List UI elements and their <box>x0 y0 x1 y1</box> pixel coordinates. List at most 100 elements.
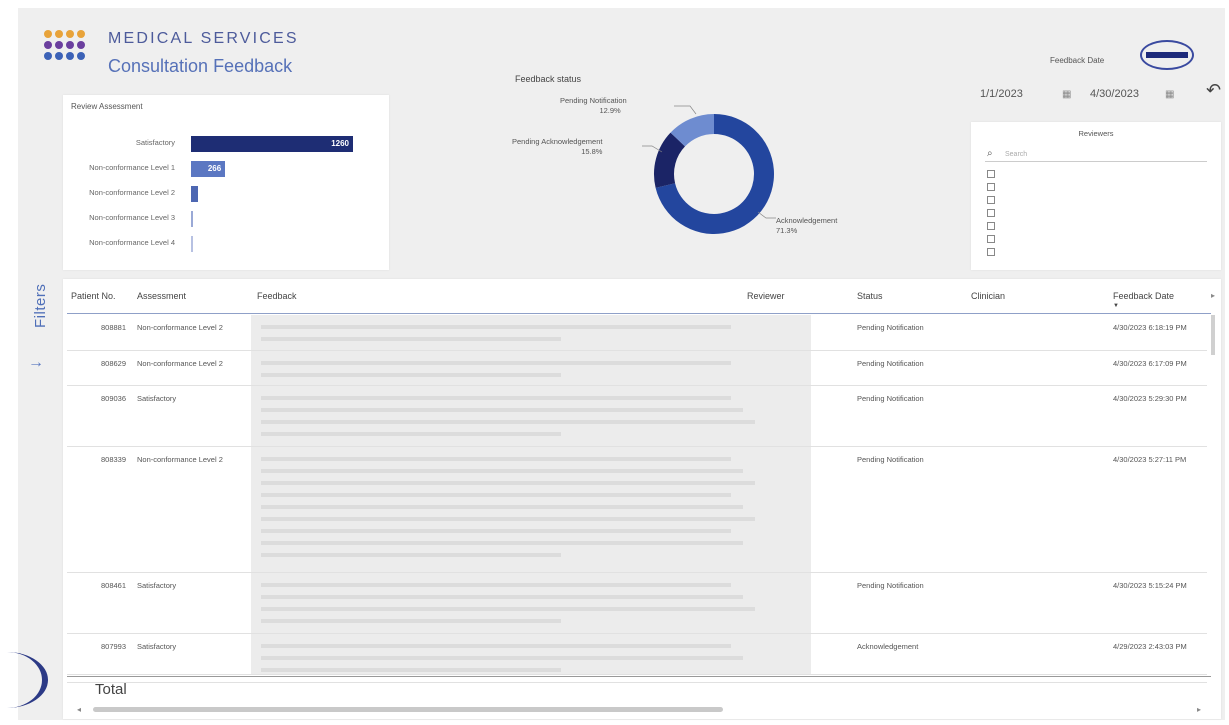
assessment-cell: Satisfactory <box>137 580 177 590</box>
bar-row[interactable]: Non-conformance Level 1 266 <box>63 160 383 177</box>
assessment-cell: Non-conformance Level 2 <box>137 358 223 368</box>
international-logo-icon <box>1140 40 1194 70</box>
assessment-cell: Satisfactory <box>137 394 177 404</box>
feedback-text-redacted <box>251 386 811 447</box>
logo-dot <box>44 52 52 60</box>
table-row[interactable]: 808881 Non-conformance Level 2 Pending Not… <box>67 315 1207 351</box>
logo-dot <box>77 30 85 38</box>
patient-number: 808629 <box>101 358 127 368</box>
status-cell: Pending Notification <box>857 323 924 332</box>
redacted-line <box>261 655 743 660</box>
sort-descending-icon[interactable]: ▼ <box>1113 303 1119 309</box>
redacted-line <box>261 667 561 672</box>
redacted-line <box>261 481 755 486</box>
reviewer-checkbox[interactable] <box>987 196 995 204</box>
start-date-input[interactable]: 1/1/2023 <box>980 88 1023 100</box>
assessment-cell: Non-conformance Level 2 <box>137 455 223 465</box>
bar-value-label: 1260 <box>331 139 349 148</box>
feedback-text-redacted <box>251 682 811 683</box>
redacted-line <box>261 582 731 587</box>
table-row[interactable]: 807779SatisfactoryPending Notification4/… <box>67 682 1207 684</box>
feedback-text-redacted <box>251 633 811 674</box>
feedback-status-title: Feedback status <box>515 74 582 84</box>
table-row[interactable]: 809036 Satisfactory Pending Notification 4/… <box>67 386 1207 448</box>
calendar-icon[interactable]: ▦ <box>1062 89 1071 100</box>
scroll-right-icon[interactable]: ▸ <box>1197 705 1201 714</box>
bar-row[interactable]: Non-conformance Level 4 <box>63 235 383 252</box>
search-placeholder: Search <box>1005 151 1028 158</box>
status-cell: Acknowledgement <box>857 641 919 651</box>
feedback-date-cell: 4/30/2023 5:15:24 PM <box>1113 580 1187 590</box>
redacted-line <box>261 325 731 329</box>
feedback-date-cell: 4/29/2023 2:43:03 PM <box>1113 641 1187 651</box>
reviewer-checkbox[interactable] <box>987 183 995 191</box>
table-row[interactable]: 808339 Non-conformance Level 2 Pending Not… <box>67 447 1207 573</box>
status-cell: Pending Notification <box>857 394 924 404</box>
feedback-text-redacted <box>251 572 811 633</box>
scroll-up-icon[interactable]: ▸ <box>1211 291 1215 300</box>
header-divider <box>67 313 1211 314</box>
arrow-right-icon[interactable]: → <box>28 354 44 372</box>
feedback-text-redacted <box>251 315 811 350</box>
column-header[interactable]: Patient No. <box>71 291 116 301</box>
review-assessment-chart[interactable]: Review Assessment Satisfactory 1260 Non-co… <box>63 95 389 270</box>
patient-number: 808881 <box>101 323 127 332</box>
reviewer-checkbox[interactable] <box>987 209 995 217</box>
vertical-scrollbar[interactable] <box>1211 315 1215 355</box>
feedback-date-cell: 4/30/2023 6:17:09 PM <box>1113 358 1187 368</box>
calendar-icon[interactable]: ▦ <box>1165 89 1174 100</box>
logo-dot <box>77 41 85 49</box>
logo-dot <box>44 41 52 49</box>
column-header[interactable]: Assessment <box>137 291 186 301</box>
bar[interactable]: 266 <box>191 161 226 177</box>
reset-undo-icon[interactable]: ↶ <box>1206 80 1221 101</box>
assessment-cell: Satisfactory <box>137 641 177 651</box>
redacted-line <box>261 606 755 611</box>
end-date-input[interactable]: 4/30/2023 <box>1090 88 1139 100</box>
table-row[interactable]: 808461 Satisfactory Pending Notification 4/… <box>67 572 1207 634</box>
bar[interactable] <box>191 186 198 202</box>
logo-dot <box>66 41 74 49</box>
scroll-left-icon[interactable]: ◂ <box>77 705 81 714</box>
feedback-table[interactable]: Patient No. Assessment Feedback Reviewer Sta… <box>63 279 1221 719</box>
column-header[interactable]: Reviewer <box>747 291 785 301</box>
reviewer-checkbox[interactable] <box>987 222 995 230</box>
table-row[interactable]: 807993 Satisfactory Acknowledgement 4/29/20… <box>67 633 1207 675</box>
logo-dot <box>55 41 63 49</box>
reviewers-slicer[interactable]: Reviewers ⌕ Search <box>971 122 1221 270</box>
donut-label-acknowledgement: Acknowledgement 71.3% <box>776 216 838 235</box>
reviewer-checkbox[interactable] <box>987 170 995 178</box>
patient-number: 808461 <box>101 580 127 590</box>
column-header[interactable]: Feedback Date <box>1113 291 1174 301</box>
bar[interactable] <box>191 211 193 227</box>
patient-number: 809036 <box>101 394 127 404</box>
redacted-line <box>261 505 743 510</box>
feedback-date-cell: 4/30/2023 5:27:11 PM <box>1113 455 1187 465</box>
bar-row[interactable]: Non-conformance Level 2 <box>63 185 383 202</box>
filters-pane-toggle[interactable]: Filters <box>26 268 56 328</box>
table-row[interactable]: 808629 Non-conformance Level 2 Pending Not… <box>67 350 1207 387</box>
bar-label: Non-conformance Level 1 <box>89 163 175 172</box>
bar[interactable] <box>191 236 193 252</box>
redacted-line <box>261 457 731 462</box>
column-header[interactable]: Clinician <box>971 291 1005 301</box>
redacted-line <box>261 396 731 401</box>
column-header[interactable]: Status <box>857 291 883 301</box>
feedback-text-redacted <box>251 447 811 572</box>
bar-row[interactable]: Non-conformance Level 3 <box>63 210 383 227</box>
logo-dot <box>66 30 74 38</box>
reviewers-search-input[interactable]: ⌕ Search <box>985 148 1207 162</box>
redacted-line <box>261 493 731 498</box>
redacted-line <box>261 517 755 522</box>
logo-dot <box>77 52 85 60</box>
status-cell: Pending Notification <box>857 455 924 465</box>
donut-label-pending-notification: Pending Notification 12.9% <box>560 96 627 115</box>
redacted-line <box>261 643 731 648</box>
bar-label: Non-conformance Level 4 <box>89 238 175 247</box>
reviewer-checkbox[interactable] <box>987 248 995 256</box>
horizontal-scrollbar[interactable] <box>93 707 723 712</box>
bar-row[interactable]: Satisfactory 1260 <box>63 135 383 152</box>
reviewer-checkbox[interactable] <box>987 235 995 243</box>
column-header[interactable]: Feedback <box>257 291 297 301</box>
bar[interactable]: 1260 <box>191 136 353 152</box>
